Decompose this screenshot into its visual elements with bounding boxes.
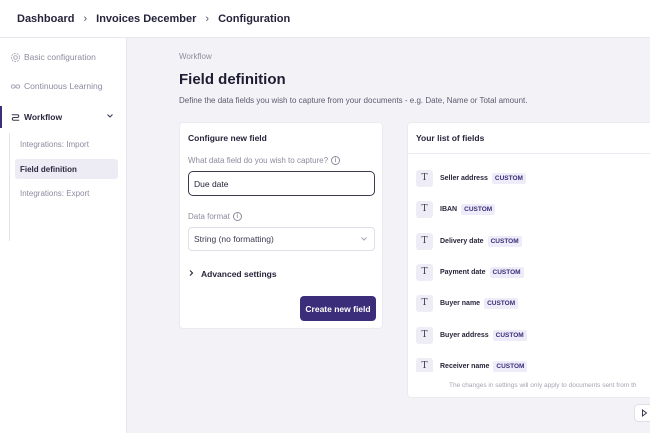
custom-badge: CUSTOM — [492, 329, 527, 341]
sidebar-item-label: Basic configuration — [24, 52, 96, 62]
page-title: Field definition — [179, 71, 286, 88]
chevron-down-icon — [360, 235, 368, 245]
field-name: Receiver name — [440, 362, 490, 370]
sidebar-item-label: Continuous Learning — [24, 81, 103, 91]
custom-badge: CUSTOM — [461, 203, 496, 215]
data-format-select[interactable]: String (no formatting) — [188, 227, 375, 251]
sidebar-subitem-label: Integrations: Import — [20, 139, 89, 149]
workflow-icon — [9, 111, 21, 123]
field-name: Payment date — [440, 268, 486, 276]
expand-button[interactable] — [634, 404, 650, 422]
custom-badge: CUSTOM — [493, 360, 528, 372]
text-type-icon: T — [416, 294, 433, 312]
sidebar-item-label: Workflow — [24, 112, 63, 122]
field-name: Buyer name — [440, 299, 481, 307]
custom-badge: CUSTOM — [491, 172, 526, 184]
field-name: Seller address — [440, 174, 488, 182]
advanced-settings-label: Advanced settings — [201, 269, 277, 279]
sidebar-subitem-integrations-export[interactable]: Integrations: Export — [15, 183, 118, 203]
breadcrumb-configuration: Configuration — [218, 12, 291, 25]
data-format-label-text: Data format — [188, 212, 230, 221]
list-item[interactable]: T Delivery date CUSTOM — [416, 232, 522, 250]
breadcrumb-dashboard[interactable]: Dashboard — [17, 13, 74, 25]
list-item[interactable]: T IBAN CUSTOM — [416, 200, 496, 218]
section-label: Workflow — [179, 52, 212, 61]
chevron-down-icon[interactable] — [106, 112, 114, 122]
submenu-guide-line — [9, 133, 10, 241]
text-type-icon: T — [416, 200, 433, 218]
field-name: Delivery date — [440, 237, 484, 245]
custom-badge: CUSTOM — [484, 297, 519, 309]
gear-icon — [9, 51, 21, 63]
field-name-label: What data field do you wish to capture? … — [188, 156, 341, 165]
sidebar-subitem-label: Field definition — [20, 164, 77, 174]
text-type-icon: T — [416, 357, 433, 372]
text-type-icon: T — [416, 326, 433, 344]
top-bar: Dashboard › Invoices December › Configur… — [0, 0, 650, 38]
sidebar-subitem-label: Integrations: Export — [20, 188, 90, 198]
text-type-icon: T — [416, 263, 433, 281]
data-format-label: Data format i — [188, 212, 242, 221]
card-title: Configure new field — [188, 133, 267, 143]
advanced-settings-toggle[interactable]: Advanced settings — [188, 269, 277, 279]
chevron-right-icon — [188, 269, 195, 279]
list-title: Your list of fields — [416, 133, 485, 143]
sidebar-subitem-field-definition[interactable]: Field definition — [15, 159, 118, 179]
fields-list[interactable]: T Seller address CUSTOM T IBAN CUSTOM T … — [408, 154, 650, 372]
field-name-label-text: What data field do you wish to capture? — [188, 156, 329, 165]
settings-note: The changes in settings will only apply … — [449, 382, 637, 389]
play-icon — [641, 404, 648, 422]
sidebar-item-continuous-learning[interactable]: Continuous Learning — [0, 75, 127, 97]
list-item[interactable]: T Payment date CUSTOM — [416, 263, 524, 281]
chevron-right-icon: › — [83, 12, 88, 25]
configure-field-card: Configure new field What data field do y… — [179, 122, 383, 329]
list-item[interactable]: T Buyer name CUSTOM — [416, 294, 519, 312]
list-item[interactable]: T Buyer address CUSTOM — [416, 326, 527, 344]
breadcrumb-invoices[interactable]: Invoices December — [96, 13, 196, 25]
text-type-icon: T — [416, 232, 433, 250]
fields-list-card: Your list of fields T Seller address CUS… — [407, 122, 650, 398]
field-name: Buyer address — [440, 331, 489, 339]
info-icon[interactable]: i — [331, 156, 341, 165]
infinity-icon — [9, 80, 21, 92]
sidebar: Basic configuration Continuous Learning … — [0, 38, 127, 433]
sidebar-item-workflow[interactable]: Workflow — [0, 106, 127, 128]
field-name-input[interactable] — [188, 171, 375, 196]
info-icon[interactable]: i — [232, 212, 242, 221]
page-description: Define the data fields you wish to captu… — [179, 96, 528, 105]
text-type-icon: T — [416, 169, 433, 187]
list-item[interactable]: T Seller address CUSTOM — [416, 169, 526, 187]
chevron-right-icon: › — [205, 12, 210, 25]
sidebar-item-basic-configuration[interactable]: Basic configuration — [0, 46, 127, 68]
data-format-value: String (no formatting) — [194, 234, 274, 244]
sidebar-subitem-integrations-import[interactable]: Integrations: Import — [15, 134, 118, 154]
custom-badge: CUSTOM — [489, 266, 524, 278]
field-name: IBAN — [440, 205, 458, 213]
list-item[interactable]: T Receiver name CUSTOM — [416, 357, 528, 372]
create-new-field-button[interactable]: Create new field — [300, 296, 376, 321]
custom-badge: CUSTOM — [487, 235, 522, 247]
